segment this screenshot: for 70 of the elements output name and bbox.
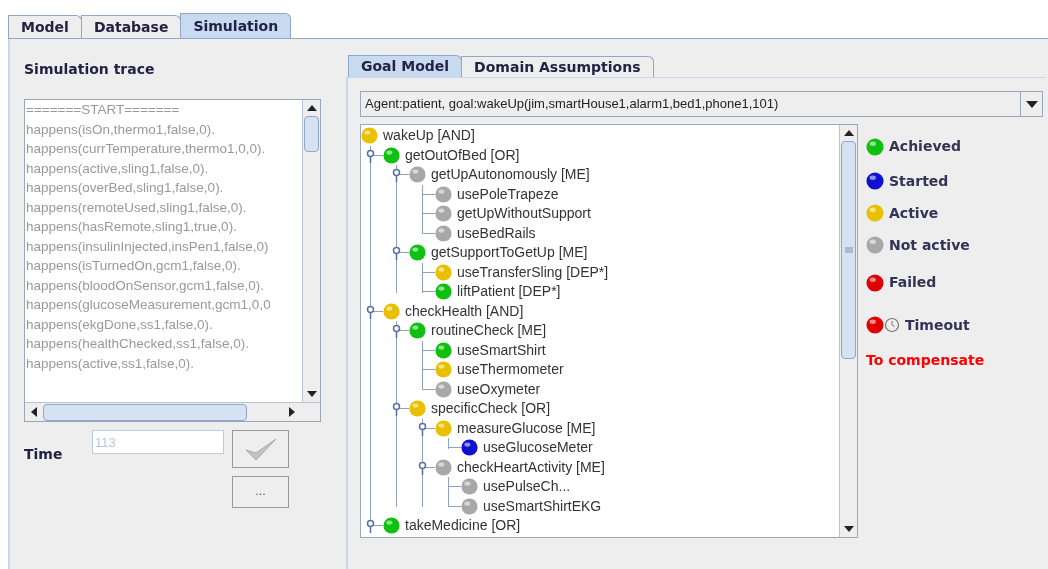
tab[interactable]: Model — [8, 15, 82, 38]
expand-handle-icon[interactable] — [418, 421, 427, 436]
legend-label: Not active — [889, 235, 970, 255]
goal-label[interactable]: takeMedicine [OR] — [405, 515, 521, 537]
scroll-thumb[interactable] — [43, 403, 247, 421]
goal-tree[interactable] — [360, 124, 858, 538]
more-button[interactable]: ... — [232, 476, 289, 508]
tab[interactable]: Domain Assumptions — [461, 56, 654, 77]
goal-label[interactable]: liftPatient [DEP*] — [457, 281, 561, 303]
horizontal-scrollbar[interactable] — [25, 402, 320, 421]
trace-line: happens(insulinInjected,insPen1,false,0) — [26, 237, 270, 256]
clock-icon — [884, 317, 900, 333]
expand-handle-icon[interactable] — [392, 402, 401, 416]
panel-title: Simulation trace — [24, 60, 156, 77]
checkmark-icon — [243, 436, 278, 462]
goal-label[interactable]: useGlucoseMeter — [483, 437, 593, 459]
time-label: Time — [24, 445, 64, 464]
goal-label[interactable]: measureGlucose [ME] — [457, 417, 596, 439]
trace-line: happens(isTurnedOn,gcm1,false,0). — [26, 257, 242, 275]
goal-label[interactable]: specificCheck [OR] — [431, 398, 551, 420]
goal-label[interactable]: useBedRails — [457, 222, 536, 244]
expand-handle-icon[interactable] — [366, 304, 375, 319]
legend-label: Achieved — [889, 137, 962, 156]
scroll-thumb[interactable] — [304, 116, 319, 152]
goal-label[interactable]: routineCheck [ME] — [431, 320, 547, 342]
trace-line: happens(overBed,sling1,false,0). — [26, 179, 225, 197]
goal-label[interactable]: useSmartShirtEKG — [483, 495, 602, 517]
goal-label[interactable]: useSmartShirt — [457, 339, 546, 361]
trace-line: happens(active,ss1,false,0). — [26, 354, 196, 373]
goal-label[interactable]: getUpAutonomously [ME] — [431, 164, 590, 186]
expand-handle-icon[interactable] — [392, 168, 401, 182]
goal-label[interactable]: getSupportToGetUp [ME] — [431, 242, 588, 264]
trace-line: happens(active,sling1,false,0). — [26, 159, 210, 178]
goal-label[interactable]: getOutOfBed [OR] — [405, 144, 520, 166]
expand-handle-icon[interactable] — [418, 460, 427, 475]
trace-line: =======START======= — [26, 101, 181, 119]
goal-label[interactable]: useOxymeter — [457, 378, 541, 400]
goal-dropdown[interactable]: Agent:patient, goal:wakeUp(jim,smartHouse1,alarm1,bed1,phone1,101) — [360, 91, 1043, 117]
expand-handle-icon[interactable] — [392, 246, 401, 260]
legend-label: Timeout — [905, 315, 970, 335]
trace-line: happens(isOn,thermo1,false,0). — [26, 120, 217, 139]
legend-note: To compensate — [866, 350, 985, 370]
expand-handle-icon[interactable] — [392, 324, 401, 338]
tab[interactable]: Database — [80, 15, 182, 38]
trace-line: happens(remoteUsed,sling1,false,0). — [26, 198, 248, 217]
vertical-scrollbar[interactable] — [302, 100, 320, 402]
scroll-thumb[interactable] — [841, 141, 856, 359]
goal-label[interactable]: checkHeartActivity [ME] — [457, 456, 605, 478]
goal-label[interactable]: useTransferSling [DEP*] — [457, 261, 609, 283]
expand-handle-icon[interactable] — [366, 148, 375, 163]
vertical-scrollbar[interactable] — [839, 125, 857, 537]
selected-goal: Agent:patient, goal:wakeUp(jim,smartHouse1,alarm1,bed1,phone1,101) — [364, 95, 780, 114]
trace-line: happens(hasRemote,sling1,true,0). — [26, 218, 238, 236]
goal-label[interactable]: usePoleTrapeze — [457, 183, 559, 205]
tab[interactable]: Goal Model — [348, 55, 463, 77]
goal-label[interactable]: wakeUp [AND] — [383, 125, 475, 147]
goal-label[interactable]: usePulseCh... — [483, 476, 571, 498]
goal-label[interactable]: getUpWithoutSupport — [457, 203, 591, 225]
trace-line: happens(currTemperature,thermo1,0,0). — [26, 140, 267, 158]
legend-label: Active — [889, 203, 939, 223]
tab[interactable]: Simulation — [180, 13, 292, 38]
trace-line: happens(ekgDone,ss1,false,0). — [26, 315, 214, 334]
goal-label[interactable]: checkHealth [AND] — [405, 300, 524, 322]
legend-label: Failed — [889, 273, 937, 292]
trace-line: happens(healthChecked,ss1,false,0). — [26, 335, 250, 353]
trace-line: happens(bloodOnSensor,gcm1,false,0). — [26, 276, 265, 295]
trace-line: happens(glucoseMeasurement,gcm1,0,0 — [26, 296, 272, 314]
expand-handle-icon[interactable] — [366, 519, 375, 533]
legend-label: Started — [889, 171, 949, 191]
goal-label[interactable]: useThermometer — [457, 359, 564, 381]
